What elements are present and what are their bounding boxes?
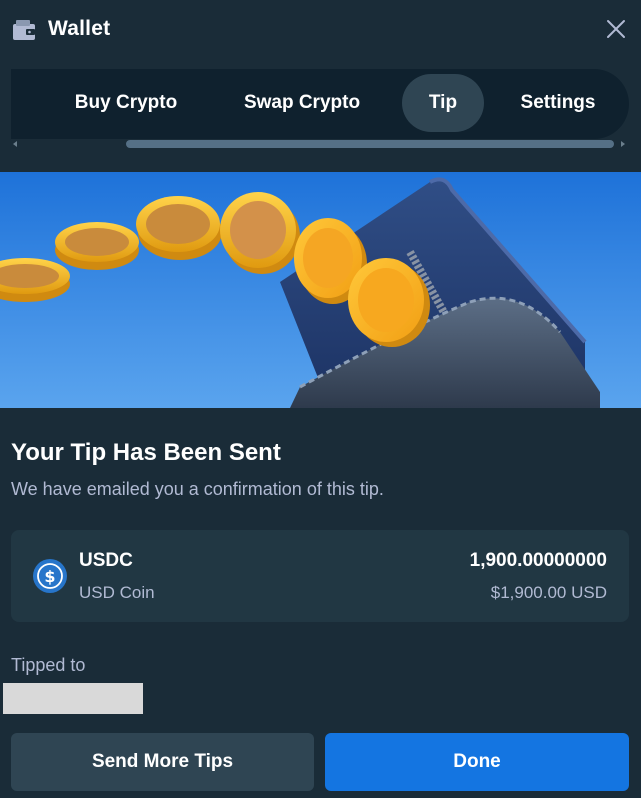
tabs-scrollbar[interactable] <box>11 140 629 150</box>
send-more-tips-button[interactable]: Send More Tips <box>11 733 314 791</box>
tipped-to-label: Tipped to <box>11 655 86 675</box>
tip-usd-value: $1,900.00 USD <box>490 583 607 602</box>
scrollbar-thumb[interactable] <box>126 140 614 148</box>
done-button[interactable]: Done <box>325 733 629 791</box>
coin-name: USD Coin <box>79 583 155 602</box>
tip-amount: 1,900.00000000 <box>469 550 607 571</box>
wallet-icon <box>13 20 35 40</box>
scroll-right-arrow-icon[interactable] <box>621 141 625 147</box>
tab-settings[interactable]: Settings <box>506 74 610 132</box>
wallet-header: Wallet <box>0 0 641 62</box>
tab-tip[interactable]: Tip <box>402 74 484 132</box>
confirmation-subtitle: We have emailed you a confirmation of th… <box>11 479 384 499</box>
confirmation-title: Your Tip Has Been Sent <box>11 439 281 466</box>
page-title: Wallet <box>48 17 111 40</box>
close-icon[interactable] <box>605 18 627 40</box>
recipient-username-redacted <box>3 683 143 714</box>
tip-banner-image <box>0 172 641 408</box>
coin-symbol: USDC <box>79 550 133 571</box>
usdc-icon: $ <box>33 559 67 593</box>
tab-buy-crypto[interactable]: Buy Crypto <box>56 74 196 132</box>
wallet-tabs: Buy Crypto Swap Crypto Tip Settings <box>11 69 629 139</box>
tip-amount-card: $ USDC USD Coin 1,900.00000000 $1,900.00… <box>11 530 629 622</box>
scroll-left-arrow-icon[interactable] <box>13 141 17 147</box>
svg-text:$: $ <box>44 567 55 586</box>
tab-swap-crypto[interactable]: Swap Crypto <box>226 74 378 132</box>
